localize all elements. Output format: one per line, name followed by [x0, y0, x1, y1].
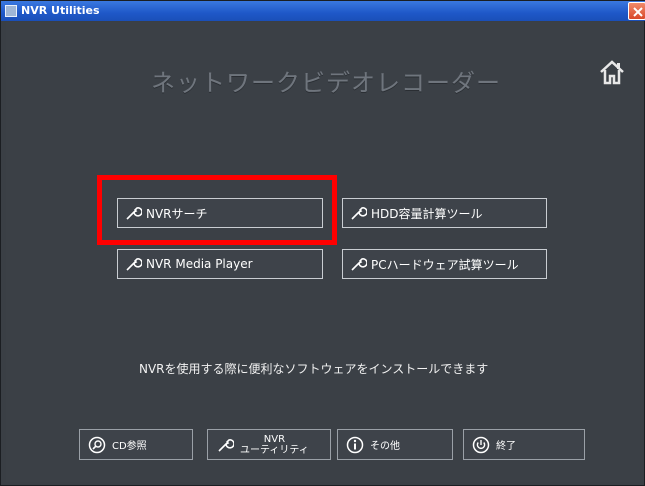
window-title: NVR Utilities — [21, 4, 100, 17]
cd-browse-button[interactable]: CD参照 — [79, 429, 193, 460]
close-button[interactable] — [628, 2, 645, 20]
info-text: NVRを使用する際に便利なソフトウェアをインストールできます — [139, 362, 489, 376]
exit-label: 終了 — [496, 441, 516, 452]
search-icon — [88, 436, 106, 453]
nvr-utility-label-top: NVR — [263, 433, 286, 445]
power-icon — [472, 436, 490, 453]
page-title: ネットワークビデオレコーダー — [151, 69, 501, 97]
wrench-icon — [351, 258, 367, 271]
app-icon — [5, 5, 17, 17]
title-bar[interactable]: NVR Utilities — [1, 1, 645, 21]
nvr-utility-label: NVR ユーティリティ — [240, 434, 309, 456]
cd-browse-label: CD参照 — [112, 441, 147, 452]
nvr-media-player-label: NVR Media Player — [146, 257, 253, 271]
nvr-media-player-button[interactable]: NVR Media Player — [117, 249, 323, 279]
nvr-utility-label-bottom: ユーティリティ — [240, 444, 309, 456]
pc-hardware-tool-label: PCハードウェア試算ツール — [371, 257, 519, 272]
exit-button[interactable]: 終了 — [463, 429, 585, 460]
app-window: NVR Utilities ネットワークビデオレコーダー NVRサーチ HDD容… — [0, 0, 645, 486]
hdd-capacity-tool-button[interactable]: HDD容量計算ツール — [342, 198, 547, 228]
close-icon — [633, 7, 643, 17]
highlight-box — [97, 175, 337, 245]
wrench-icon — [218, 438, 234, 452]
wrench-icon — [351, 207, 367, 220]
home-icon[interactable] — [597, 57, 627, 87]
wrench-icon — [126, 258, 142, 271]
other-label: その他 — [370, 441, 400, 452]
hdd-capacity-tool-label: HDD容量計算ツール — [371, 206, 483, 221]
nvr-utility-button[interactable]: NVR ユーティリティ — [207, 429, 331, 460]
pc-hardware-tool-button[interactable]: PCハードウェア試算ツール — [342, 249, 547, 279]
other-button[interactable]: その他 — [337, 429, 453, 460]
info-icon — [346, 436, 364, 453]
